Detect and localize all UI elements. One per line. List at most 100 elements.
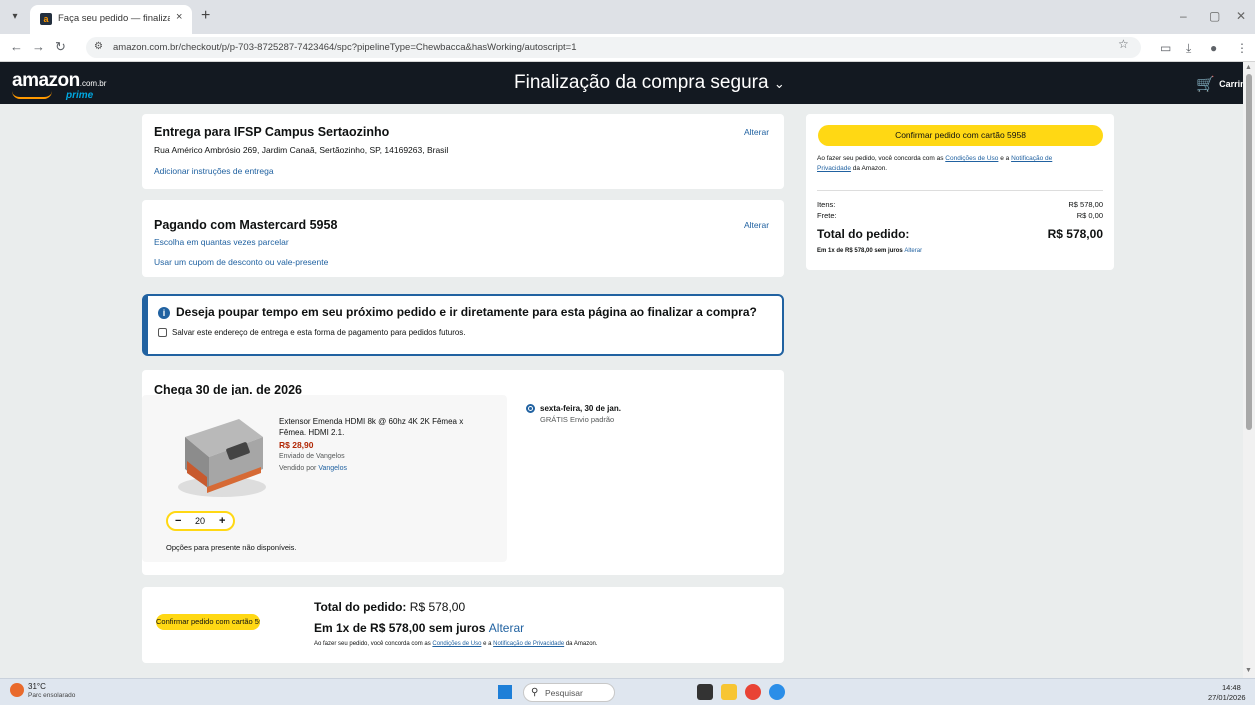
search-icon: ⚲ <box>531 687 539 698</box>
bottom-terms: Ao fazer seu pedido, você concorda com a… <box>314 641 598 647</box>
task-view-icon[interactable] <box>697 684 713 700</box>
delivery-card: Entrega para IFSP Campus Sertaozinho Rua… <box>142 114 784 189</box>
summary-terms-line1: Ao fazer seu pedido, você concorda com a… <box>817 155 1052 162</box>
summary-terms-line2: Privacidade da Amazon. <box>817 165 887 172</box>
delivery-option-radio[interactable] <box>526 404 535 413</box>
save-preferences-checkbox[interactable] <box>158 328 167 337</box>
installments-link[interactable]: Escolha em quantas vezes parcelar <box>154 237 289 247</box>
delivery-instructions-link[interactable]: Adicionar instruções de entrega <box>154 166 274 176</box>
new-tab-button[interactable]: + <box>201 8 210 24</box>
sold-by-prefix: Vendido por <box>279 465 317 472</box>
bottom-installment-change[interactable]: Alterar <box>489 621 524 635</box>
site-info-icon[interactable]: ⚙ <box>94 41 103 52</box>
file-explorer-icon[interactable] <box>721 684 737 700</box>
scroll-up-icon[interactable]: ▲ <box>1245 64 1252 71</box>
payment-card: Pagando com Mastercard 5958 Escolha em q… <box>142 200 784 277</box>
sold-by: Vendido por Vangelos <box>279 465 347 472</box>
page-scrollbar[interactable]: ▲ ▼ <box>1243 62 1255 678</box>
weather-temperature[interactable]: 31°C <box>28 682 46 691</box>
minimize-button[interactable]: – <box>1180 9 1187 23</box>
delivery-address: Rua Américo Ambrósio 269, Jardim Canaã, … <box>154 145 449 155</box>
bottom-terms-link[interactable]: Condições de Uso <box>432 641 481 647</box>
change-payment-link[interactable]: Alterar <box>744 220 769 230</box>
info-icon: i <box>158 307 170 319</box>
items-label: Itens: <box>817 200 836 209</box>
summary-privacy-link-2[interactable]: Privacidade <box>817 165 851 172</box>
coupon-link[interactable]: Usar um cupom de desconto ou vale-presen… <box>154 257 328 267</box>
payment-title: Pagando com Mastercard 5958 <box>154 218 338 232</box>
edge-app-icon[interactable] <box>769 684 785 700</box>
bottom-terms-mid: e a <box>483 641 492 647</box>
browser-menu-icon[interactable]: ⋮ <box>1236 41 1248 55</box>
forward-arrow-icon[interactable]: → <box>32 40 45 54</box>
delivery-option-date[interactable]: sexta-feira, 30 de jan. <box>540 404 621 413</box>
back-arrow-icon[interactable]: ← <box>10 40 23 54</box>
chrome-app-icon[interactable] <box>745 684 761 700</box>
gift-note: Opções para presente não disponíveis. <box>166 543 297 552</box>
bottom-privacy-link[interactable]: Notificação de Privacidade <box>493 641 564 647</box>
weather-sun-icon[interactable] <box>10 683 24 697</box>
scroll-thumb[interactable] <box>1246 74 1252 430</box>
product-name-line2[interactable]: Fêmea. HDMI 2.1. <box>279 428 344 437</box>
product-box: Extensor Emenda HDMI 8k @ 60hz 4K 2K Fêm… <box>142 395 507 562</box>
download-icon[interactable]: ⤓ <box>1186 41 1191 55</box>
chevron-down-icon: ⌄ <box>773 76 785 91</box>
reload-icon[interactable]: ↻ <box>55 40 66 54</box>
confirm-order-button[interactable]: Confirmar pedido com cartão 5958 <box>818 125 1103 146</box>
profile-avatar-icon[interactable]: ● <box>1210 41 1217 55</box>
bottom-total-value: R$ 578,00 <box>409 600 466 614</box>
bottom-total-label: Total do pedido: <box>314 600 407 614</box>
product-name-line1[interactable]: Extensor Emenda HDMI 8k @ 60hz 4K 2K Fêm… <box>279 417 463 426</box>
amazon-header: amazon.com.br prime Finalização da compr… <box>0 62 1255 104</box>
bottom-terms-prefix: Ao fazer seu pedido, você concorda com a… <box>314 641 431 647</box>
taskbar-search-placeholder: Pesquisar <box>545 688 583 698</box>
summary-terms-prefix: Ao fazer seu pedido, você concorda com a… <box>817 155 944 162</box>
summary-installment-text: Em 1x de R$ 578,00 sem juros <box>817 248 903 254</box>
tab-search-icon[interactable]: ▾ <box>6 8 24 26</box>
summary-installment-change[interactable]: Alterar <box>904 248 922 254</box>
amazon-logo[interactable]: amazon.com.br prime <box>12 70 107 101</box>
bottom-installment-text: Em 1x de R$ 578,00 sem juros <box>314 621 486 635</box>
quantity-stepper: − 20 + <box>166 511 235 531</box>
page-title[interactable]: Finalização da compra segura ⌄ <box>514 72 785 94</box>
weather-description[interactable]: Parc ensolarado <box>28 692 75 699</box>
clock-date[interactable]: 27/01/2026 <box>1208 693 1246 702</box>
order-summary: Confirmar pedido com cartão 5958 Ao faze… <box>806 114 1114 270</box>
browser-tab-bar: ▾ a Faça seu pedido — finalização × + – … <box>0 0 1255 34</box>
save-preferences-label[interactable]: Salvar este endereço de entrega e esta f… <box>172 328 466 337</box>
product-image[interactable] <box>173 407 271 499</box>
taskbar-search[interactable]: ⚲ Pesquisar <box>523 683 615 702</box>
delivery-option-detail: GRÁTIS Envio padrão <box>540 415 615 424</box>
maximize-button[interactable]: ▢ <box>1209 9 1220 23</box>
save-preferences-notice: i Deseja poupar tempo em seu próximo ped… <box>142 294 784 356</box>
shipped-by: Enviado de Vangelos <box>279 453 345 460</box>
summary-terms-link[interactable]: Condições de Uso <box>945 155 998 162</box>
extensions-icon[interactable]: ▭ <box>1160 41 1171 55</box>
tab-close-icon[interactable]: × <box>176 11 182 23</box>
summary-privacy-link[interactable]: Notificação de <box>1011 155 1052 162</box>
windows-start-icon[interactable] <box>498 685 512 699</box>
confirm-order-button-bottom[interactable]: Confirmar pedido com cartão 5958 <box>156 614 260 630</box>
cart-icon: 🛒 <box>1196 76 1215 93</box>
logo-prime: prime <box>66 90 94 101</box>
shipping-value: R$ 0,00 <box>1076 211 1103 220</box>
logo-domain: .com.br <box>79 79 107 88</box>
tab-title: Faça seu pedido — finalização <box>58 13 170 24</box>
scroll-down-icon[interactable]: ▼ <box>1245 667 1252 674</box>
clock-time[interactable]: 14:48 <box>1222 683 1241 692</box>
close-window-button[interactable]: ✕ <box>1236 9 1246 23</box>
bookmark-star-icon[interactable]: ☆ <box>1118 37 1129 51</box>
summary-total-label: Total do pedido: <box>817 227 910 241</box>
product-price: R$ 28,90 <box>279 440 314 450</box>
qty-minus-button[interactable]: − <box>175 515 181 527</box>
qty-value[interactable]: 20 <box>195 516 205 526</box>
address-bar[interactable]: ⚙ amazon.com.br/checkout/p/p-703-8725287… <box>86 37 1141 58</box>
summary-total-value: R$ 578,00 <box>1047 227 1103 241</box>
change-delivery-link[interactable]: Alterar <box>744 127 769 137</box>
qty-plus-button[interactable]: + <box>219 515 225 527</box>
items-value: R$ 578,00 <box>1068 200 1103 209</box>
delivery-title: Entrega para IFSP Campus Sertaozinho <box>154 125 390 139</box>
seller-link[interactable]: Vangelos <box>318 465 347 472</box>
browser-tab[interactable]: a Faça seu pedido — finalização × <box>30 5 192 34</box>
summary-terms-mid: e a <box>1000 155 1010 162</box>
